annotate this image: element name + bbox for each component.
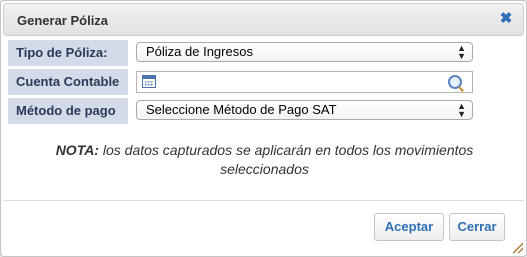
calendar-icon[interactable] (142, 75, 156, 88)
dialog-footer: Aceptar Cerrar (3, 200, 524, 255)
cuenta-contable-label: Cuenta Contable (8, 69, 128, 96)
dialog-title: Generar Póliza (17, 13, 109, 28)
nota-message: NOTA: los datos capturados se aplicarán … (1, 141, 526, 179)
cerrar-button[interactable]: Cerrar (449, 213, 505, 241)
tipo-poliza-value: Póliza de Ingresos (146, 44, 253, 59)
close-icon[interactable]: ✖ (499, 11, 513, 26)
resize-handle-icon[interactable] (513, 243, 523, 253)
nota-text: los datos capturados se aplicarán en tod… (98, 142, 474, 158)
tipo-poliza-select[interactable]: Póliza de Ingresos ▲ ▼ (136, 42, 473, 62)
select-arrows-icon: ▲ ▼ (457, 43, 466, 61)
search-icon[interactable] (448, 75, 462, 89)
metodo-pago-value: Seleccione Método de Pago SAT (146, 102, 337, 117)
poliza-form: Tipo de Póliza: Póliza de Ingresos ▲ ▼ Cu… (8, 39, 518, 126)
dialog-titlebar[interactable]: Generar Póliza ✖ (3, 3, 524, 36)
select-arrows-icon: ▲ ▼ (457, 101, 466, 119)
metodo-pago-select[interactable]: Seleccione Método de Pago SAT ▲ ▼ (136, 100, 473, 120)
metodo-pago-label: Método de pago (8, 98, 128, 125)
nota-text-2: seleccionados (220, 161, 309, 177)
nota-lead: NOTA: (55, 142, 99, 158)
metodo-pago-row: Método de pago Seleccione Método de Pago… (8, 97, 518, 126)
generar-poliza-dialog: Generar Póliza ✖ Tipo de Póliza: Póliza … (0, 0, 527, 257)
cuenta-contable-input[interactable] (136, 71, 473, 93)
tipo-poliza-label: Tipo de Póliza: (8, 40, 128, 67)
aceptar-button[interactable]: Aceptar (374, 213, 444, 241)
cuenta-contable-row: Cuenta Contable (8, 68, 518, 97)
tipo-poliza-row: Tipo de Póliza: Póliza de Ingresos ▲ ▼ (8, 39, 518, 68)
